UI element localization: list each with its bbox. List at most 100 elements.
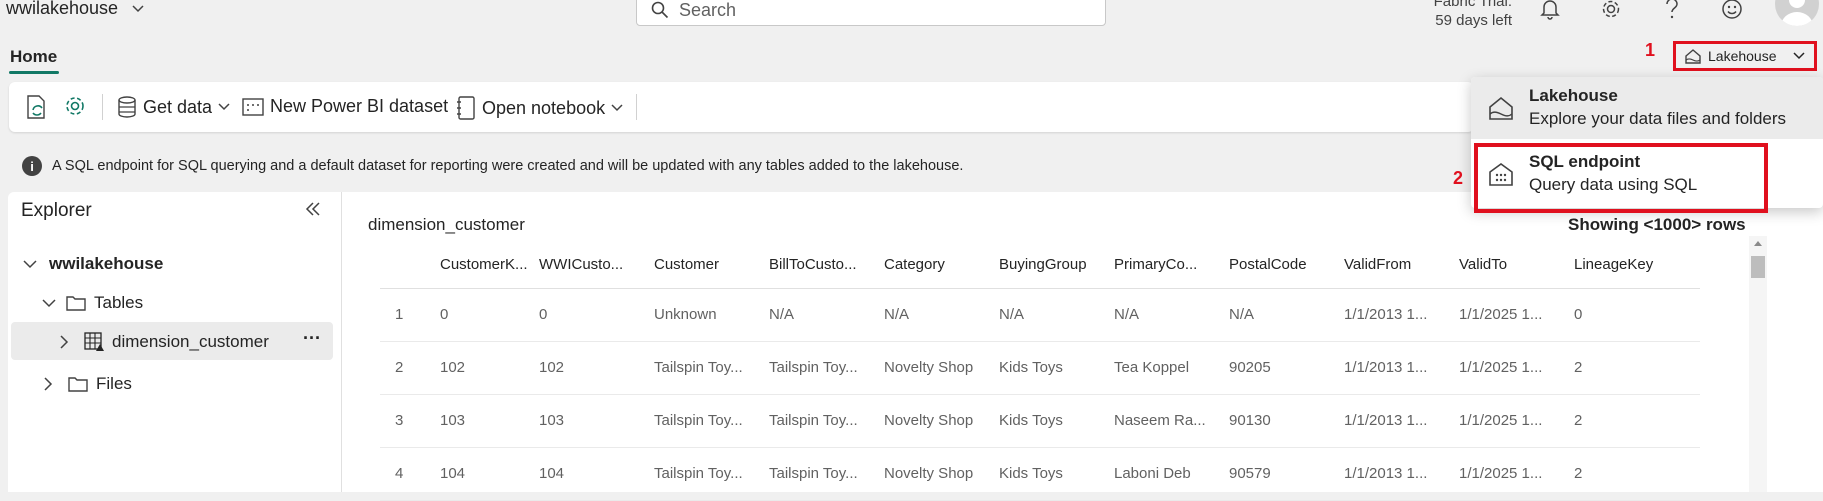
table-row[interactable]: 3 103 103 Tailspin Toy... Tailspin Toy... Nov… bbox=[380, 394, 1700, 448]
column-header[interactable]: CustomerK... bbox=[440, 242, 539, 289]
menu-item-lakehouse[interactable]: Lakehouse Explore your data files and fo… bbox=[1471, 77, 1823, 139]
settings-button[interactable] bbox=[63, 94, 87, 118]
tree-item-dimension-customer-content[interactable]: dimension_customer bbox=[60, 332, 269, 352]
column-header[interactable]: PrimaryCo... bbox=[1114, 242, 1229, 289]
lakehouse-icon bbox=[1685, 49, 1701, 64]
column-header bbox=[380, 242, 440, 289]
menu-item-lakehouse-title: Lakehouse bbox=[1529, 86, 1618, 105]
search-icon bbox=[651, 1, 669, 19]
ribbon-toolbar: Get data New Power BI dataset Open noteb… bbox=[9, 82, 1474, 132]
tree-item-files[interactable]: Files bbox=[44, 374, 132, 394]
new-dataset-label: New Power BI dataset bbox=[270, 96, 449, 116]
refresh-document-icon bbox=[27, 95, 45, 119]
open-notebook-button[interactable]: Open notebook bbox=[456, 96, 623, 120]
table-cell: 90130 bbox=[1229, 394, 1344, 448]
row-number: 1 bbox=[380, 288, 440, 342]
row-number: 3 bbox=[380, 394, 440, 448]
info-message: A SQL endpoint for SQL querying and a de… bbox=[52, 158, 964, 174]
table-cell: N/A bbox=[1114, 288, 1229, 342]
folder-icon bbox=[66, 296, 86, 311]
search-input[interactable]: Search bbox=[636, 0, 1106, 26]
table-cell: Tailspin Toy... bbox=[654, 341, 769, 395]
table-cell: N/A bbox=[999, 288, 1114, 342]
top-bar: wwilakehouse Search Fabric Trial: 59 day… bbox=[0, 0, 1823, 36]
table-row[interactable]: 2 102 102 Tailspin Toy... Tailspin Toy... Nov… bbox=[380, 341, 1700, 395]
column-header[interactable]: Customer bbox=[654, 242, 769, 289]
column-header[interactable]: BillToCusto... bbox=[769, 242, 884, 289]
explorer-pane: Explorer wwilakehouse Tables dimension_c… bbox=[8, 192, 341, 492]
row-number: 4 bbox=[380, 447, 440, 501]
scrollbar-thumb[interactable] bbox=[1751, 256, 1765, 278]
table-cell: N/A bbox=[769, 288, 884, 342]
row-number: 2 bbox=[380, 341, 440, 395]
table-cell: 1/1/2013 1... bbox=[1344, 394, 1459, 448]
gear-icon bbox=[66, 97, 84, 115]
table-cell: 1/1/2013 1... bbox=[1344, 341, 1459, 395]
grid-header-row: CustomerK... WWICusto... Customer BillToCus… bbox=[380, 242, 1700, 289]
table-cell: Novelty Shop bbox=[884, 394, 999, 448]
help-icon[interactable] bbox=[1658, 0, 1686, 22]
table-cell: Kids Toys bbox=[999, 447, 1114, 501]
info-bar: i A SQL endpoint for SQL querying and a … bbox=[22, 156, 963, 176]
table-cell: 90205 bbox=[1229, 341, 1344, 395]
avatar[interactable] bbox=[1775, 0, 1819, 26]
smiley-icon[interactable] bbox=[1718, 0, 1746, 22]
workspace-name: wwilakehouse bbox=[6, 0, 119, 18]
chevron-down-icon bbox=[23, 259, 37, 268]
column-header[interactable]: LineageKey bbox=[1574, 242, 1700, 289]
table-cell: 1/1/2013 1... bbox=[1344, 447, 1459, 501]
workspace-switcher[interactable]: wwilakehouse bbox=[6, 0, 144, 19]
search-placeholder: Search bbox=[679, 0, 737, 20]
table-row[interactable]: 1 0 0 Unknown N/A N/A N/A N/A N/A 1/1/2013 1... 1/… bbox=[380, 288, 1700, 342]
double-chevron-left-icon bbox=[305, 202, 320, 216]
tree-root-label: wwilakehouse bbox=[49, 254, 164, 273]
table-cell: 0 bbox=[1574, 288, 1700, 342]
new-power-bi-dataset-button[interactable]: New Power BI dataset bbox=[242, 96, 448, 117]
sql-endpoint-highlight-box bbox=[1474, 143, 1768, 213]
column-header[interactable]: WWICusto... bbox=[539, 242, 654, 289]
chevron-down-icon bbox=[218, 103, 230, 111]
table-cell: 1/1/2025 1... bbox=[1459, 288, 1574, 342]
table-cell: 2 bbox=[1574, 394, 1700, 448]
column-header[interactable]: BuyingGroup bbox=[999, 242, 1114, 289]
notebook-icon bbox=[457, 96, 475, 120]
more-options-button[interactable]: ··· bbox=[303, 328, 321, 349]
table-icon bbox=[84, 332, 104, 351]
column-header[interactable]: Category bbox=[884, 242, 999, 289]
table-cell: 104 bbox=[539, 447, 654, 501]
open-notebook-label: Open notebook bbox=[482, 97, 606, 118]
menu-item-lakehouse-subtitle: Explore your data files and folders bbox=[1529, 109, 1787, 128]
chevron-down-icon bbox=[1792, 52, 1805, 60]
data-grid: CustomerK... WWICusto... Customer BillToCus… bbox=[380, 242, 1700, 501]
trial-status[interactable]: Fabric Trial: 59 days left bbox=[1420, 0, 1512, 30]
table-cell: Kids Toys bbox=[999, 394, 1114, 448]
column-header[interactable]: ValidFrom bbox=[1344, 242, 1459, 289]
tree-item-root[interactable]: wwilakehouse bbox=[23, 254, 163, 274]
bell-icon[interactable] bbox=[1536, 0, 1564, 22]
column-header[interactable]: PostalCode bbox=[1229, 242, 1344, 289]
callout-number-2: 2 bbox=[1453, 168, 1464, 188]
tree-table-label: dimension_customer bbox=[112, 332, 269, 351]
database-icon bbox=[118, 96, 136, 118]
lakehouse-mode-switch[interactable]: Lakehouse bbox=[1673, 41, 1817, 71]
table-cell: Novelty Shop bbox=[884, 447, 999, 501]
get-data-button[interactable]: Get data bbox=[117, 96, 230, 118]
refresh-button[interactable] bbox=[25, 94, 49, 120]
table-cell: Laboni Deb bbox=[1114, 447, 1229, 501]
table-cell: N/A bbox=[884, 288, 999, 342]
table-cell: 1/1/2013 1... bbox=[1344, 288, 1459, 342]
table-title: dimension_customer bbox=[368, 215, 525, 234]
tree-item-tables[interactable]: Tables bbox=[42, 293, 143, 313]
table-row[interactable]: 4 104 104 Tailspin Toy... Tailspin Toy... Nov… bbox=[380, 447, 1700, 501]
table-cell: 103 bbox=[440, 394, 539, 448]
tab-home[interactable]: Home bbox=[10, 47, 57, 67]
column-header[interactable]: ValidTo bbox=[1459, 242, 1574, 289]
ribbon-divider bbox=[636, 94, 637, 120]
gear-icon[interactable] bbox=[1597, 0, 1625, 22]
table-cell: 1/1/2025 1... bbox=[1459, 341, 1574, 395]
lakehouse-icon bbox=[1489, 96, 1513, 120]
callout-number-1: 1 bbox=[1645, 40, 1656, 60]
collapse-explorer-button[interactable] bbox=[305, 202, 321, 216]
table-cell: N/A bbox=[1229, 288, 1344, 342]
row-count-label: Showing <1000> rows bbox=[1568, 215, 1746, 234]
